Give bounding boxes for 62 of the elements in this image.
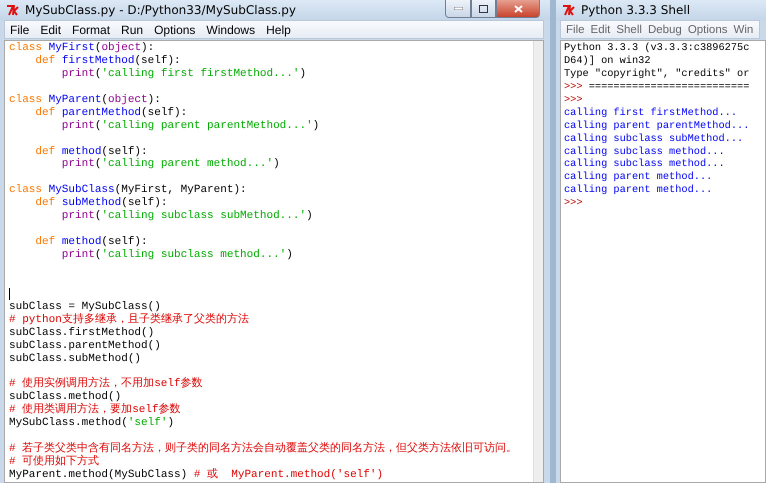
code-line: subClass.parentMethod() bbox=[9, 340, 161, 353]
code-line: D64)] on win32 bbox=[564, 54, 651, 68]
code-line: def method(self): bbox=[34, 146, 148, 158]
code-line: # 使用实例调用方法，不用加self参数 bbox=[9, 378, 203, 391]
maximize-button[interactable] bbox=[471, 0, 496, 18]
code-line: class MyParent(object): bbox=[9, 94, 161, 107]
menu-item[interactable]: Options bbox=[684, 24, 730, 36]
minimize-icon bbox=[454, 7, 462, 10]
close-button[interactable] bbox=[496, 0, 540, 18]
code-line: # 可使用如下方式 bbox=[9, 456, 100, 469]
code-line: # 若子类父类中含有同名方法，则子类的同名方法会自动覆盖父类的同名方法，但父类方法依旧可访问。 bbox=[9, 443, 518, 456]
menu-item[interactable]: Help bbox=[263, 22, 299, 36]
code-line: class MyFirst(object): bbox=[9, 42, 154, 55]
code-line: calling subclass method... bbox=[564, 146, 725, 158]
code-line: print('calling parent method...') bbox=[60, 158, 280, 172]
code-line: calling parent method... bbox=[564, 171, 712, 184]
code-line: print('calling subclass method...') bbox=[60, 249, 293, 262]
code-line: Python 3.3.3 (v3.3.3:c3896275c bbox=[564, 42, 750, 55]
menu-item[interactable]: Run bbox=[118, 22, 152, 36]
code-line: >>> bbox=[564, 94, 583, 107]
code-line: subClass.method() bbox=[9, 391, 122, 404]
code-line: # python支持多继承，且子类继承了父类的方法 bbox=[9, 314, 249, 327]
close-icon bbox=[514, 4, 522, 12]
menu-item[interactable]: Shell bbox=[613, 24, 645, 36]
menu-item[interactable]: Debug bbox=[644, 24, 685, 36]
window-title: MySubClass.py - D:/Python33/MySubClass.py bbox=[25, 3, 297, 17]
maximize-icon bbox=[479, 4, 488, 12]
tk-logo-icon bbox=[562, 4, 576, 16]
menu-item[interactable]: Windows bbox=[203, 22, 264, 36]
code-line: calling subclass method... bbox=[564, 158, 725, 172]
code-line: calling parent method... bbox=[564, 184, 712, 198]
code-line: >>> bbox=[564, 197, 583, 210]
menu-item[interactable]: Win bbox=[730, 24, 756, 36]
code-line: print('calling parent parentMethod...') bbox=[60, 120, 320, 133]
code-line: subClass = MySubClass() bbox=[9, 300, 161, 313]
code-line: >>> ========================== bbox=[564, 80, 750, 94]
scroll-bar[interactable] bbox=[533, 41, 543, 482]
code-line: print('calling first firstMethod...') bbox=[60, 68, 306, 81]
menu-item[interactable]: Options bbox=[151, 22, 204, 36]
menu-item[interactable]: File bbox=[7, 22, 38, 36]
menu-item[interactable]: File bbox=[563, 24, 588, 36]
code-line: Type "copyright", "credits" or bbox=[564, 68, 750, 81]
menu-item[interactable]: Format bbox=[69, 22, 118, 36]
code-line: class MySubClass(MyFirst, MyParent): bbox=[9, 184, 247, 197]
code-line: print('calling subclass subMethod...') bbox=[60, 210, 313, 224]
code-line: def method(self): bbox=[34, 236, 148, 249]
menu-item[interactable]: Edit bbox=[37, 22, 70, 36]
code-line: # 使用类调用方法，要加self参数 bbox=[9, 404, 181, 417]
code-line: calling first firstMethod... bbox=[564, 106, 738, 120]
code-line: MySubClass.method('self') bbox=[9, 417, 174, 430]
code-line: def parentMethod(self): bbox=[34, 106, 188, 120]
window-title: Python 3.3.3 Shell bbox=[581, 3, 692, 17]
tk-logo-icon bbox=[6, 4, 20, 16]
code-line: subClass.subMethod() bbox=[9, 352, 142, 366]
code-line: calling subclass subMethod... bbox=[564, 132, 744, 146]
code-line: MyParent.method(MySubClass) # 或 MyParent.method('self') bbox=[9, 468, 384, 482]
minimize-button[interactable] bbox=[445, 0, 471, 18]
code-line: subClass.firstMethod() bbox=[9, 326, 154, 340]
code-line: def firstMethod(self): bbox=[34, 54, 181, 68]
code-line: calling parent parentMethod... bbox=[564, 120, 750, 133]
menu-item[interactable]: Edit bbox=[588, 24, 614, 36]
code-line: def subMethod(self): bbox=[34, 197, 168, 210]
